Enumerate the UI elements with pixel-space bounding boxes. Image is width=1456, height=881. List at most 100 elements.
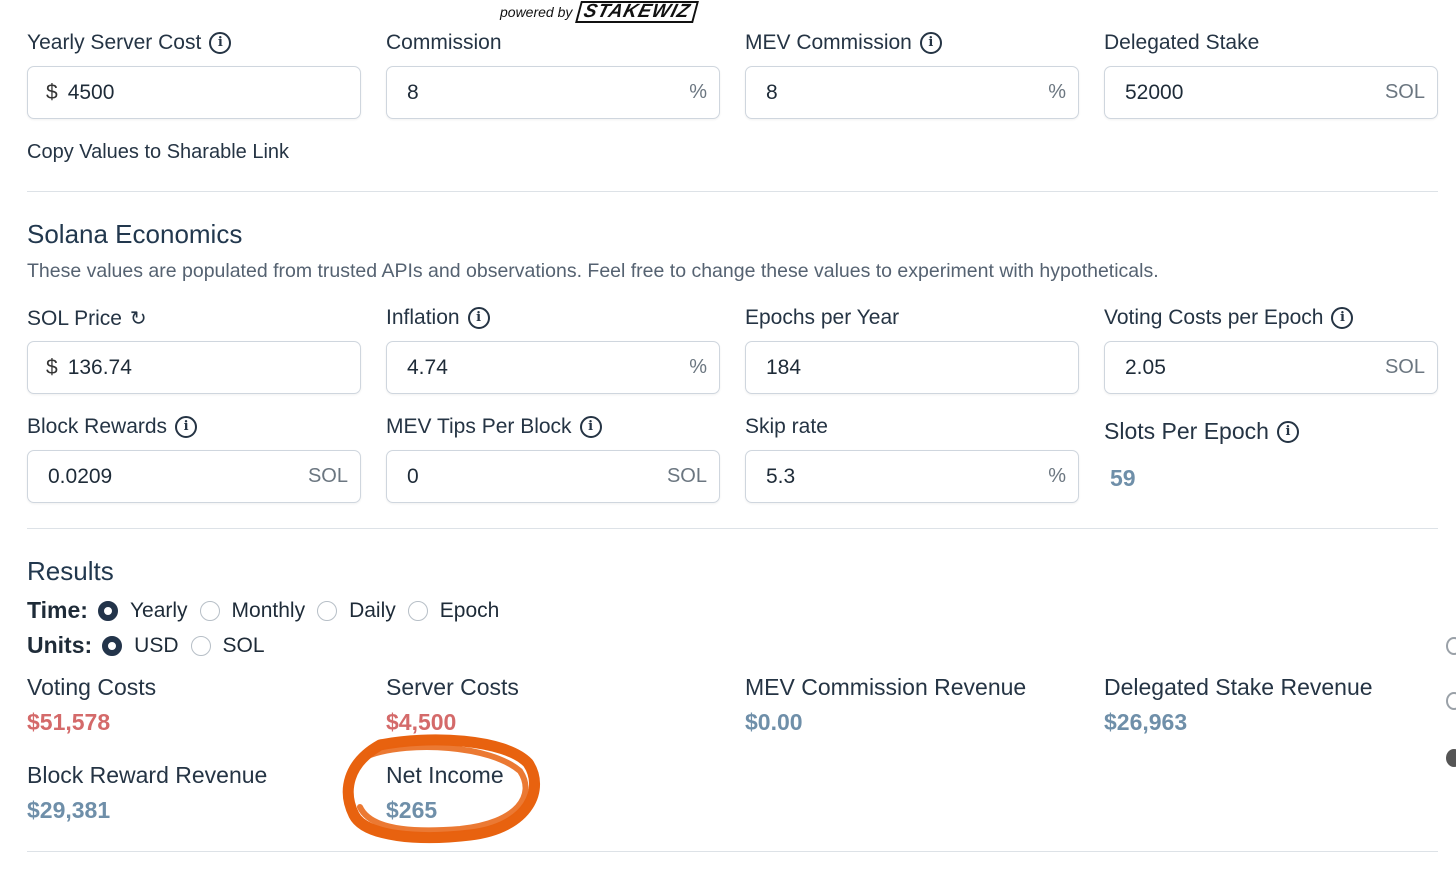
voting-costs-label-text: Voting Costs per Epoch	[1104, 306, 1324, 329]
epochs-per-year-input[interactable]	[764, 354, 1066, 381]
skip-rate-field[interactable]: %	[745, 450, 1079, 503]
dollar-prefix: $	[46, 355, 58, 379]
epochs-per-year-label-text: Epochs per Year	[745, 306, 900, 329]
delegated-stake-field[interactable]: SOL	[1104, 66, 1438, 119]
sol-price-label: SOL Price ↻	[27, 306, 147, 331]
mev-revenue-result-label: MEV Commission Revenue	[745, 674, 1027, 700]
radio-dot[interactable]	[102, 635, 123, 656]
radio-dot[interactable]	[317, 600, 338, 621]
divider	[27, 528, 1438, 529]
block-reward-revenue-value: $29,381	[27, 797, 111, 823]
radio-daily[interactable]: Daily	[317, 599, 396, 623]
radio-epoch[interactable]: Epoch	[407, 598, 500, 623]
info-icon[interactable]: i	[209, 32, 232, 54]
voting-costs-field[interactable]: SOL	[1104, 341, 1438, 394]
sol-suffix: SOL	[1384, 81, 1425, 103]
radio-sol[interactable]: SOL	[190, 633, 265, 658]
section-title-results: Results	[27, 556, 114, 586]
percent-suffix: %	[1048, 81, 1066, 103]
radio-dot[interactable]	[190, 635, 211, 656]
radio-usd[interactable]: USD	[102, 634, 179, 658]
info-icon[interactable]: i	[579, 416, 602, 438]
divider	[27, 191, 1438, 192]
radio-yearly[interactable]: Yearly	[97, 598, 188, 623]
mev-commission-input[interactable]	[764, 79, 1049, 106]
slots-per-epoch-label-text: Slots Per Epoch	[1104, 418, 1269, 444]
section-title-economics: Solana Economics	[27, 219, 243, 249]
block-rewards-label: Block Rewards i	[27, 415, 198, 439]
delegated-stake-input[interactable]	[1123, 79, 1385, 106]
radio-label: Yearly	[129, 598, 188, 622]
economics-description: These values are populated from trusted …	[27, 260, 1159, 282]
mev-tips-field[interactable]: SOL	[386, 450, 720, 503]
info-icon[interactable]: i	[467, 307, 490, 329]
radio-label: Monthly	[231, 598, 306, 622]
inflation-label: Inflation i	[386, 306, 490, 330]
zoom-in-icon[interactable]	[1446, 637, 1456, 655]
server-costs-result-value: $4,500	[386, 709, 457, 735]
info-icon[interactable]: i	[175, 416, 198, 438]
mev-commission-label-text: MEV Commission	[745, 31, 912, 54]
delegated-stake-label: Delegated Stake	[1104, 31, 1259, 55]
block-reward-revenue-label: Block Reward Revenue	[27, 762, 268, 788]
time-label: Time:	[27, 597, 88, 623]
block-rewards-field[interactable]: SOL	[27, 450, 361, 503]
epochs-per-year-field[interactable]	[745, 341, 1079, 394]
block-rewards-label-text: Block Rewards	[27, 415, 168, 438]
skip-rate-input[interactable]	[764, 463, 1049, 490]
annotation-circle	[342, 734, 541, 843]
radio-dot[interactable]	[199, 600, 220, 621]
commission-field[interactable]: %	[386, 66, 720, 119]
zoom-out-icon[interactable]	[1446, 692, 1456, 710]
mev-tips-input[interactable]	[405, 463, 667, 490]
info-icon[interactable]: i	[1276, 420, 1299, 443]
info-icon[interactable]: i	[1331, 307, 1354, 329]
radio-label: Epoch	[439, 598, 500, 622]
sol-price-label-text: SOL Price	[27, 306, 122, 330]
radio-label: SOL	[222, 633, 265, 657]
voting-costs-input[interactable]	[1123, 354, 1385, 381]
epochs-per-year-label: Epochs per Year	[745, 306, 899, 330]
radio-monthly[interactable]: Monthly	[199, 598, 306, 623]
dot-icon[interactable]	[1446, 749, 1456, 767]
time-radio-group: Time: Yearly Monthly Daily Epoch	[27, 597, 511, 624]
yearly-server-cost-field[interactable]: $	[27, 66, 361, 119]
refresh-icon[interactable]: ↻	[130, 306, 147, 331]
skip-rate-label: Skip rate	[745, 415, 828, 439]
voting-costs-label: Voting Costs per Epoch i	[1104, 306, 1354, 330]
skip-rate-label-text: Skip rate	[745, 415, 828, 438]
units-radio-group: Units: USD SOL	[27, 632, 277, 659]
divider	[27, 851, 1438, 852]
sol-price-input[interactable]	[65, 354, 348, 381]
yearly-server-cost-input[interactable]	[65, 79, 348, 106]
inflation-label-text: Inflation	[386, 306, 460, 329]
radio-dot[interactable]	[97, 600, 118, 621]
radio-label: Daily	[349, 598, 396, 622]
mev-revenue-result-value: $0.00	[745, 709, 803, 735]
commission-label: Commission	[386, 31, 502, 55]
commission-label-text: Commission	[386, 31, 502, 54]
percent-suffix: %	[689, 81, 707, 103]
mev-tips-label: MEV Tips Per Block i	[386, 415, 602, 439]
radio-dot[interactable]	[407, 600, 428, 621]
powered-by-text: powered by	[500, 4, 573, 20]
commission-input[interactable]	[405, 79, 690, 106]
yearly-server-cost-label-text: Yearly Server Cost	[27, 31, 202, 54]
delegated-revenue-result-label: Delegated Stake Revenue	[1104, 674, 1373, 700]
inflation-input[interactable]	[405, 354, 690, 381]
sol-suffix: SOL	[1384, 356, 1425, 378]
units-label: Units:	[27, 632, 93, 658]
copy-sharable-link[interactable]: Copy Values to Sharable Link	[27, 141, 289, 164]
sol-price-field[interactable]: $	[27, 341, 361, 394]
server-costs-result-label: Server Costs	[386, 674, 519, 700]
mev-commission-label: MEV Commission i	[745, 31, 942, 55]
stakewiz-logo: STAKEWIZ	[575, 1, 700, 23]
inflation-field[interactable]: %	[386, 341, 720, 394]
mev-commission-field[interactable]: %	[745, 66, 1079, 119]
info-icon[interactable]: i	[919, 32, 942, 54]
delegated-stake-label-text: Delegated Stake	[1104, 31, 1260, 54]
slots-per-epoch-value: 59	[1110, 465, 1136, 491]
block-rewards-input[interactable]	[46, 463, 308, 490]
percent-suffix: %	[1048, 465, 1066, 487]
delegated-revenue-result-value: $26,963	[1104, 709, 1188, 735]
